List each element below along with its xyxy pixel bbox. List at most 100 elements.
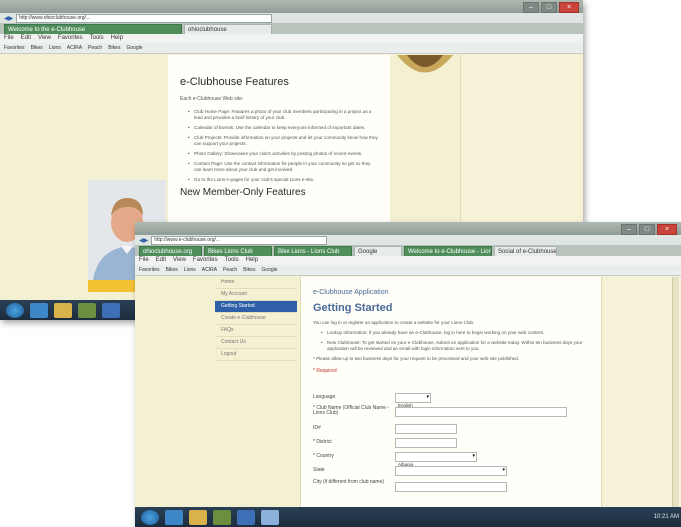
- select-state[interactable]: ▾: [395, 466, 507, 476]
- front-maximize-button[interactable]: □: [639, 224, 655, 235]
- back-heading-2: New Member-Only Features: [180, 187, 306, 198]
- menu-edit[interactable]: Edit: [21, 34, 31, 43]
- front-menu-help[interactable]: Help: [246, 256, 258, 265]
- network-icon[interactable]: [237, 509, 255, 525]
- back-heading: e-Clubhouse Features: [180, 76, 289, 88]
- label-language: Language: [313, 394, 336, 400]
- nav-faqs[interactable]: FAQs: [215, 325, 297, 337]
- back-intro: Each e-Clubhouse Web site:: [180, 96, 244, 102]
- windows-start-icon[interactable]: [6, 302, 24, 318]
- network-icon[interactable]: [102, 302, 120, 318]
- menu-file[interactable]: File: [4, 34, 14, 43]
- back-bullet-3: Club Projects: Provide information on yo…: [180, 135, 378, 147]
- menu-favorites[interactable]: Favorites: [58, 34, 83, 43]
- front-favorites-bar: Favorites Bikes Lions ACIRA Peach Bikes …: [135, 265, 681, 276]
- label-city: City (if different from club name): [313, 479, 385, 485]
- application-form: Language English ▾ * Club Name (Official…: [313, 393, 593, 524]
- chevron-down-icon: ▾: [472, 453, 475, 459]
- nav-create-eclubhouse[interactable]: Create e-Clubhouse: [215, 313, 297, 325]
- menu-help[interactable]: Help: [111, 34, 123, 43]
- back-nav-icon[interactable]: ◀▶: [4, 15, 13, 22]
- browser-task-icon[interactable]: [261, 509, 279, 525]
- front-fav-1[interactable]: Favorites: [139, 265, 160, 275]
- nav-home[interactable]: Home: [215, 277, 297, 289]
- fav-3[interactable]: Lions: [49, 43, 61, 53]
- front-address-row: ◀▶ http://www.e-clubhouse.org/...: [135, 235, 681, 245]
- back-menu-bar: File Edit View Favorites Tools Help: [0, 34, 583, 43]
- gs-note: * Please allow up to two business days f…: [313, 356, 520, 361]
- folder-icon[interactable]: [54, 302, 72, 318]
- decorative-emblem: [395, 55, 455, 85]
- chevron-down-icon: ▾: [502, 467, 505, 473]
- minimize-button[interactable]: –: [523, 2, 539, 13]
- front-address-input[interactable]: http://www.e-clubhouse.org/...: [151, 235, 328, 245]
- gs-bullet-1: Lookup Information: If you already have …: [313, 330, 589, 336]
- close-button[interactable]: ×: [559, 2, 579, 13]
- required-label: * Required: [313, 368, 337, 374]
- nav-logout[interactable]: Logout: [215, 349, 297, 361]
- front-menu-edit[interactable]: Edit: [156, 256, 166, 265]
- media-icon[interactable]: [78, 302, 96, 318]
- menu-view[interactable]: View: [38, 34, 51, 43]
- back-bullet-6: Go to the Lions e-pages for your club's …: [180, 177, 378, 183]
- front-nav-icon[interactable]: ◀▶: [139, 237, 148, 244]
- front-minimize-button[interactable]: –: [621, 224, 637, 235]
- front-taskbar: 10:21 AM: [135, 507, 681, 527]
- fav-4[interactable]: ACIRA: [67, 43, 82, 53]
- label-club-name: * Club Name (Official Club Name - Lions …: [313, 405, 390, 416]
- app-title: e-Clubhouse Application: [313, 289, 389, 296]
- nav-contact-us[interactable]: Contact Us: [215, 337, 297, 349]
- nav-my-account[interactable]: My Account: [215, 289, 297, 301]
- back-bullet-4: Photo Gallery: Showcases your club's act…: [180, 151, 378, 157]
- id-input[interactable]: [395, 424, 457, 434]
- front-tab-row: ohioclubhouse.org Bikes Lions Club Bike …: [135, 245, 681, 259]
- front-menu-view[interactable]: View: [173, 256, 186, 265]
- fav-5[interactable]: Peach: [88, 43, 102, 53]
- district-input[interactable]: [395, 438, 457, 448]
- fav-7[interactable]: Google: [126, 43, 142, 53]
- front-menu-favorites[interactable]: Favorites: [193, 256, 218, 265]
- back-address-input[interactable]: http://www.ohioclubhouse.org/...: [16, 13, 273, 23]
- front-fav-2[interactable]: Bikes: [166, 265, 178, 275]
- maximize-button[interactable]: □: [541, 2, 557, 13]
- system-clock[interactable]: 10:21 AM: [654, 514, 679, 520]
- front-menu-bar: File Edit View Favorites Tools Help: [135, 256, 681, 265]
- nav-getting-started[interactable]: Getting Started: [215, 301, 297, 313]
- left-nav: Home My Account Getting Started Create e…: [215, 277, 297, 527]
- label-district: * District: [313, 439, 332, 445]
- back-taskbar: [0, 300, 146, 320]
- label-state: State: [313, 467, 325, 473]
- scrollbar[interactable]: [672, 277, 679, 517]
- menu-tools[interactable]: Tools: [90, 34, 104, 43]
- club-name-input[interactable]: [395, 407, 567, 417]
- front-fav-7[interactable]: Google: [261, 265, 277, 275]
- fav-6[interactable]: Bikes: [108, 43, 120, 53]
- label-country: * Country: [313, 453, 334, 459]
- select-language[interactable]: English ▾: [395, 393, 431, 408]
- ie-icon[interactable]: [30, 302, 48, 318]
- front-close-button[interactable]: ×: [657, 224, 677, 235]
- front-fav-5[interactable]: Peach: [223, 265, 237, 275]
- back-bullet-2: Calendar of Events: Use the calendar to …: [180, 125, 378, 131]
- fav-2[interactable]: Bikes: [31, 43, 43, 53]
- back-tab-row: Welcome to the e-Clubhouse ohioclubhouse: [0, 23, 583, 37]
- front-menu-tools[interactable]: Tools: [225, 256, 239, 265]
- front-fav-3[interactable]: Lions: [184, 265, 196, 275]
- select-country[interactable]: Albania ▾: [395, 452, 477, 467]
- back-bullet-1: Club Home Page: Features a photo of your…: [180, 109, 378, 121]
- front-fav-6[interactable]: Bikes: [243, 265, 255, 275]
- chevron-down-icon: ▾: [426, 394, 429, 400]
- back-favorites-bar: Favorites Bikes Lions ACIRA Peach Bikes …: [0, 43, 583, 54]
- ie-icon[interactable]: [165, 509, 183, 525]
- front-menu-file[interactable]: File: [139, 256, 149, 265]
- back-title-bar: – □ ×: [0, 0, 583, 13]
- folder-icon[interactable]: [189, 509, 207, 525]
- windows-start-icon[interactable]: [141, 509, 159, 525]
- label-id: ID#: [313, 425, 321, 431]
- fav-1[interactable]: Favorites: [4, 43, 25, 53]
- front-browser-window: – □ × ◀▶ http://www.e-clubhouse.org/... …: [135, 222, 681, 527]
- city-input[interactable]: [395, 482, 507, 492]
- front-fav-4[interactable]: ACIRA: [202, 265, 217, 275]
- media-icon[interactable]: [213, 509, 231, 525]
- front-right-column: [605, 277, 681, 527]
